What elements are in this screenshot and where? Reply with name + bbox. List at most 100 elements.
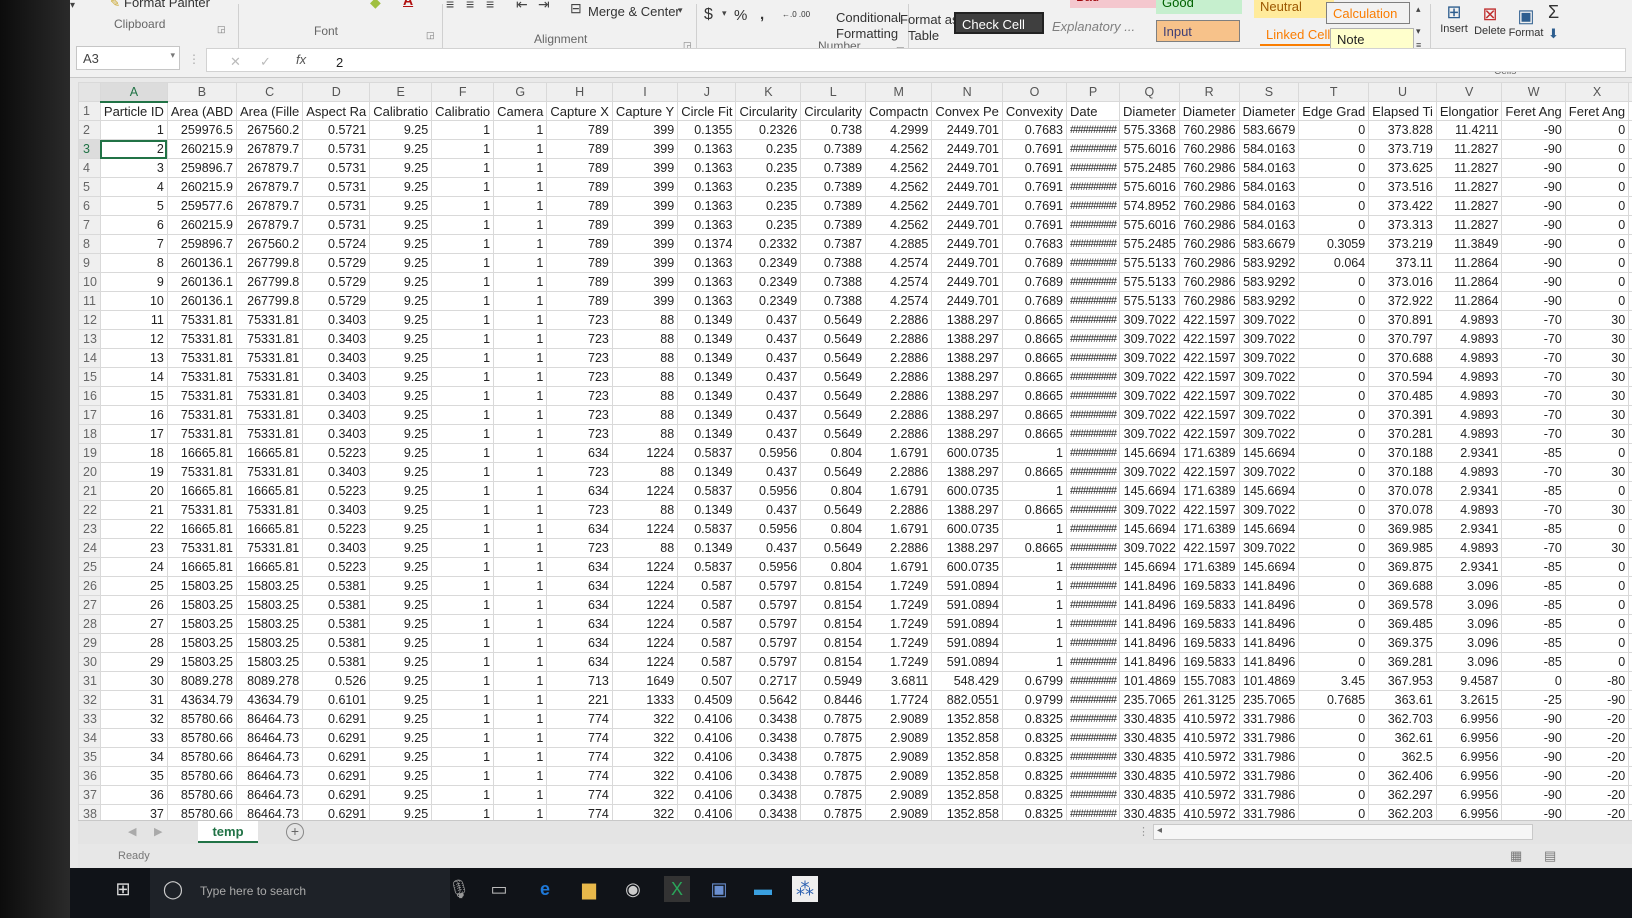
cell[interactable]: 0	[1298, 633, 1370, 653]
cell[interactable]: #########	[1065, 158, 1121, 178]
cell[interactable]: 4.9893	[1435, 500, 1503, 520]
cell[interactable]: 575.3368	[1119, 120, 1180, 140]
cell[interactable]: 309.7022	[1238, 538, 1300, 558]
comma-button[interactable]: ,	[760, 6, 764, 23]
cell[interactable]: 330.4835	[1119, 766, 1180, 786]
cell[interactable]: 0.7683	[1001, 234, 1067, 254]
row-header[interactable]: 10	[78, 272, 101, 292]
cell[interactable]: 88	[611, 424, 679, 444]
cell[interactable]: 0.7388	[800, 291, 867, 311]
cell[interactable]: 0.8665	[1001, 462, 1067, 482]
cell[interactable]: 0.5797	[735, 595, 802, 615]
cell[interactable]: 9.4587	[1435, 671, 1503, 691]
cell[interactable]: 75331.81	[236, 462, 304, 482]
cell[interactable]: 3.096	[1435, 652, 1503, 672]
cell[interactable]: 1	[493, 272, 548, 292]
cell[interactable]: 30	[1564, 405, 1630, 425]
cell[interactable]: 15803.25	[236, 614, 304, 634]
percent-button[interactable]: %	[734, 7, 747, 24]
formula-bar-grip-icon[interactable]: ⋮	[188, 52, 200, 66]
align-right-icon[interactable]: ≡	[486, 0, 494, 12]
cell[interactable]: 9	[99, 272, 168, 292]
cell[interactable]: 0.8665	[1001, 424, 1067, 444]
cell[interactable]: 16	[99, 405, 168, 425]
cell[interactable]: 9.25	[369, 500, 433, 520]
cell[interactable]: #########	[1065, 196, 1121, 216]
cell[interactable]: 723	[546, 348, 613, 368]
cell[interactable]: 1	[431, 329, 495, 349]
cell[interactable]: 370.188	[1368, 443, 1437, 463]
cell[interactable]: 583.6679	[1238, 234, 1300, 254]
normal-view-icon[interactable]: ▦	[1510, 848, 1522, 864]
cell[interactable]: -90	[1564, 690, 1630, 710]
cell[interactable]: 9.25	[369, 614, 433, 634]
cell[interactable]: 1	[493, 614, 548, 634]
row-header[interactable]: 22	[78, 500, 101, 520]
cell[interactable]: 30	[1564, 329, 1630, 349]
cell[interactable]: 2449.701	[931, 291, 1003, 311]
cell[interactable]: 373.828	[1368, 120, 1437, 140]
cell[interactable]: 410.5972	[1178, 804, 1240, 820]
cell[interactable]: 1	[493, 120, 548, 140]
cell[interactable]: 145.6694	[1238, 557, 1300, 577]
cell[interactable]: 0.5649	[800, 500, 867, 520]
cell[interactable]: -85	[1501, 519, 1566, 539]
cell[interactable]: -20	[1564, 709, 1630, 729]
row-header[interactable]: 20	[78, 462, 101, 482]
cell[interactable]: 1	[493, 386, 548, 406]
cell[interactable]: 0.8446	[800, 690, 867, 710]
style-bad[interactable]: Bad	[1070, 0, 1156, 8]
cell[interactable]: 574.8952	[1119, 196, 1180, 216]
cell[interactable]: 75331.81	[236, 367, 304, 387]
cell[interactable]: 2.2886	[865, 348, 933, 368]
cell[interactable]: 1	[493, 709, 548, 729]
cell[interactable]: #########	[1065, 386, 1121, 406]
cell[interactable]: 0.1349	[677, 329, 737, 349]
currency-button[interactable]: $	[704, 6, 713, 24]
column-title-cell[interactable]: Diameter	[1238, 101, 1300, 121]
cell[interactable]: 1	[431, 253, 495, 273]
cell[interactable]: 0	[1564, 234, 1630, 254]
cell[interactable]: 583.9292	[1238, 291, 1300, 311]
cell[interactable]: 1	[431, 196, 495, 216]
cell[interactable]: 75331.81	[166, 386, 238, 406]
row-header[interactable]: 31	[78, 671, 101, 691]
cell[interactable]: 0.5797	[735, 633, 802, 653]
column-title-cell[interactable]: Particle ID	[99, 101, 168, 121]
cell[interactable]: 9.25	[369, 215, 433, 235]
cell[interactable]: 2.2886	[865, 538, 933, 558]
row-header[interactable]: 24	[78, 538, 101, 558]
cell[interactable]: -90	[1501, 728, 1566, 748]
cell[interactable]: 0.6799	[1001, 671, 1067, 691]
cell[interactable]: 1	[1001, 443, 1067, 463]
cell[interactable]: -85	[1501, 481, 1566, 501]
microphone-icon[interactable]: 🎙	[446, 876, 472, 902]
cell[interactable]: 723	[546, 386, 613, 406]
cell[interactable]: 171.6389	[1178, 557, 1240, 577]
row-header[interactable]: 12	[78, 310, 101, 330]
cell[interactable]: 0	[1298, 519, 1370, 539]
cell[interactable]: 86464.73	[236, 804, 304, 820]
cell[interactable]: 548.429	[931, 671, 1003, 691]
cell[interactable]: 75331.81	[166, 424, 238, 444]
windows-start-icon[interactable]: ⊞	[110, 876, 136, 902]
cell[interactable]: 267879.7	[236, 196, 304, 216]
column-header-b[interactable]: B	[166, 82, 238, 102]
column-title-cell[interactable]: Capture X	[546, 101, 613, 121]
cell[interactable]: #########	[1065, 747, 1121, 767]
column-header-f[interactable]: F	[431, 82, 495, 102]
cell[interactable]: 75331.81	[236, 424, 304, 444]
cell[interactable]: 30	[1564, 500, 1630, 520]
cell[interactable]: 15803.25	[166, 652, 238, 672]
cell[interactable]: 0	[1298, 215, 1370, 235]
row-header[interactable]: 26	[78, 576, 101, 596]
cell[interactable]: 410.5972	[1178, 728, 1240, 748]
cell[interactable]: 399	[611, 196, 679, 216]
cell[interactable]: 0	[1298, 576, 1370, 596]
cell[interactable]: 2449.701	[931, 158, 1003, 178]
cell[interactable]: 9.25	[369, 310, 433, 330]
cell[interactable]: 600.0735	[931, 519, 1003, 539]
row-header[interactable]: 1	[78, 101, 101, 121]
cell[interactable]: 11.4211	[1435, 120, 1503, 140]
cell[interactable]: 0	[1564, 576, 1630, 596]
